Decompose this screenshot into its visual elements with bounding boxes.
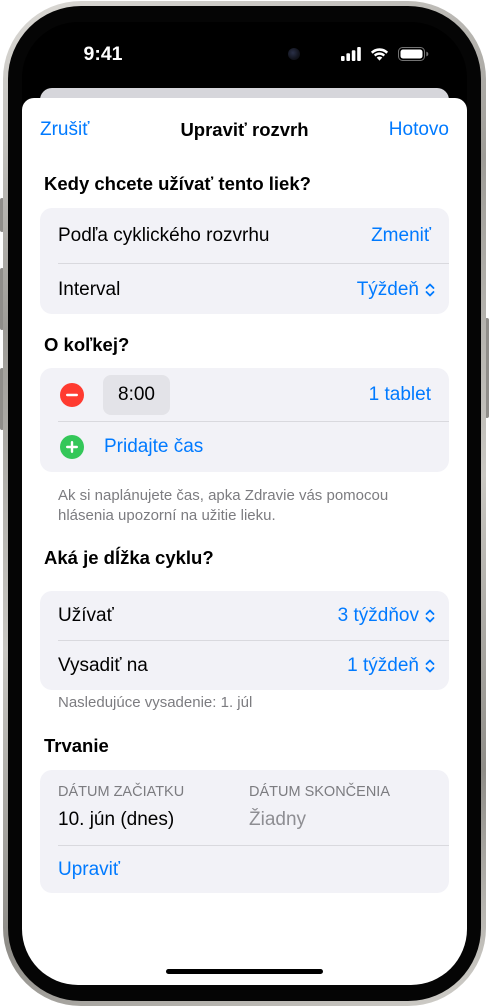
take-label: Užívať [58, 605, 114, 626]
start-date-value: 10. jún (dnes) [58, 809, 175, 830]
battery-icon [398, 47, 429, 61]
cycle-section-header: Aká je dĺžka cyklu? [44, 547, 214, 568]
row-divider [58, 421, 449, 422]
end-date-label: DÁTUM SKONČENIA [249, 784, 390, 800]
times-footnote: Ak si naplánujete čas, apka Zdravie vás … [58, 487, 389, 524]
schedule-type-label: Podľa cyklického rozvrhu [58, 225, 270, 246]
cycle-group: Užívať 3 týždňov Vysadiť na 1 týždeň [40, 591, 449, 690]
dynamic-island [185, 36, 305, 72]
add-time-button[interactable]: Pridajte čas [104, 435, 203, 459]
chevron-up-down-icon [425, 609, 435, 623]
edit-duration-button[interactable]: Upraviť [58, 858, 120, 882]
pause-duration-value: 1 týždeň [347, 655, 419, 676]
row-divider [58, 845, 449, 846]
dose-time-field[interactable]: 8:00 [103, 375, 170, 415]
front-camera-icon [288, 48, 300, 60]
schedule-section-header: Kedy chcete užívať tento liek? [44, 173, 311, 194]
edit-schedule-sheet: Zrušiť Upraviť rozvrh Hotovo Kedy chcete… [22, 98, 467, 985]
end-date-value: Žiadny [249, 809, 307, 830]
times-group: 8:00 1 tablet Pridajte čas [40, 368, 449, 472]
interval-value: Týždeň [356, 279, 419, 300]
times-section-header: O koľkej? [44, 334, 130, 355]
cycle-footnote: Nasledujúce vysadenie: 1. júl [58, 694, 253, 711]
chevron-up-down-icon [425, 659, 435, 673]
wifi-icon [370, 48, 389, 61]
row-divider [58, 640, 449, 641]
row-divider [58, 263, 449, 264]
add-time-icon[interactable] [60, 435, 84, 459]
duration-group: DÁTUM ZAČIATKU DÁTUM SKONČENIA 10. jún (… [40, 770, 449, 893]
duration-section-header: Trvanie [44, 735, 109, 756]
done-button[interactable]: Hotovo [389, 118, 449, 142]
pause-duration-picker[interactable]: 1 týždeň [347, 654, 435, 678]
pause-label: Vysadiť na [58, 655, 148, 676]
status-bar-time: 9:41 [83, 43, 123, 65]
start-date-label: DÁTUM ZAČIATKU [58, 784, 185, 800]
cellular-signal-icon [341, 47, 361, 61]
take-duration-picker[interactable]: 3 týždňov [338, 604, 435, 628]
change-schedule-button[interactable]: Zmeniť [371, 224, 431, 248]
chevron-up-down-icon [425, 283, 435, 297]
home-indicator [166, 969, 323, 974]
take-duration-value: 3 týždňov [337, 605, 419, 626]
interval-picker[interactable]: Týždeň [357, 278, 435, 302]
schedule-group: Podľa cyklického rozvrhu Zmeniť Interval… [40, 208, 449, 314]
dose-amount-button[interactable]: 1 tablet [369, 383, 431, 407]
remove-dose-icon[interactable] [60, 383, 84, 407]
phone-screen: 9:41 Zrušiť Upraviť rozvrh Hotovo Kedy c… [22, 22, 467, 985]
interval-label: Interval [58, 279, 121, 300]
